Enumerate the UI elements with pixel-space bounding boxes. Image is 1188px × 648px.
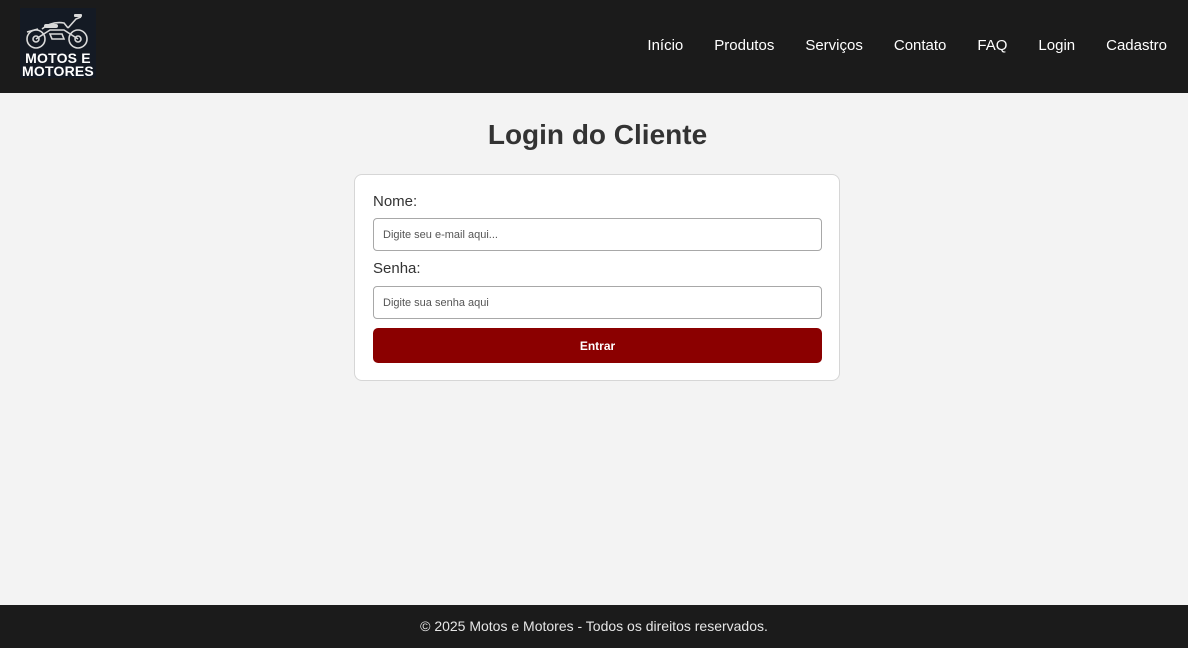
nav-link-login[interactable]: Login [1038,36,1075,56]
site-header: MOTOS E MOTORES Início Produtos Serviços… [0,0,1188,93]
logo-text: MOTOS E MOTORES [20,51,96,79]
nav-link-inicio[interactable]: Início [647,36,683,56]
site-footer: © 2025 Motos e Motores - Todos os direit… [0,605,1188,648]
login-form: Nome: Senha: Entrar [354,174,840,381]
site-logo[interactable]: MOTOS E MOTORES [20,8,96,78]
motorcycle-icon [26,14,88,49]
password-label: Senha: [373,260,421,277]
nav-link-servicos[interactable]: Serviços [805,36,863,56]
main-nav: Início Produtos Serviços Contato FAQ Log… [647,36,1167,56]
name-input[interactable] [373,218,822,251]
page: MOTOS E MOTORES Início Produtos Serviços… [0,0,1188,648]
footer-text: © 2025 Motos e Motores - Todos os direit… [420,618,768,634]
nav-link-contato[interactable]: Contato [894,36,947,56]
nav-link-faq[interactable]: FAQ [977,36,1007,56]
nav-link-produtos[interactable]: Produtos [714,36,774,56]
name-label: Nome: [373,193,418,210]
nav-link-cadastro[interactable]: Cadastro [1106,36,1167,56]
page-title: Login do Cliente [487,119,708,150]
password-input[interactable] [373,286,822,319]
logo-line-2: MOTORES [22,63,94,79]
submit-button[interactable]: Entrar [373,328,822,363]
